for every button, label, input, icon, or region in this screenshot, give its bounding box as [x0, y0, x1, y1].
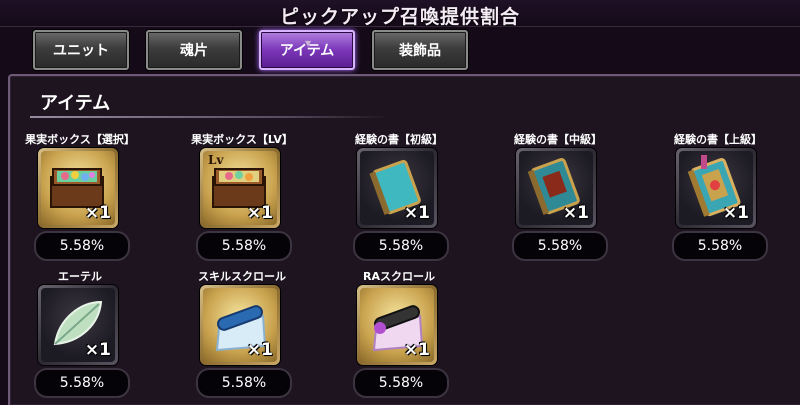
item-card[interactable]: 果実ボックス【LV】 Lv ×1 5.58% — [162, 131, 322, 261]
drop-rate: 5.58% — [353, 231, 449, 261]
item-quantity: ×1 — [403, 203, 430, 223]
item-card[interactable]: 経験の書【中級】 ×1 5.58% — [478, 131, 638, 261]
item-frame: ×1 — [357, 148, 437, 228]
tab-bar: ユニット 魂片 アイテム 装飾品 — [0, 30, 800, 72]
item-name: RAスクロール — [363, 270, 435, 283]
item-quantity: ×1 — [246, 203, 273, 223]
drop-rate: 5.58% — [512, 231, 608, 261]
item-card[interactable]: 経験の書【上級】 ×1 5.58% — [638, 131, 798, 261]
section-divider — [30, 116, 390, 118]
item-card[interactable]: 経験の書【初級】 ×1 5.58% — [319, 131, 479, 261]
page-title: ピックアップ召喚提供割合 — [279, 6, 520, 28]
item-frame: ×1 — [38, 148, 118, 228]
drop-rate: 5.58% — [353, 368, 449, 398]
item-frame: ×1 — [676, 148, 756, 228]
section-title: アイテム — [40, 93, 111, 114]
item-quantity: ×1 — [562, 203, 589, 223]
tab-unit[interactable]: ユニット — [33, 30, 129, 70]
level-badge: Lv — [208, 153, 224, 167]
active-tab-ornament-icon: ▾ — [304, 36, 312, 50]
item-frame: ×1 — [200, 285, 280, 365]
item-name: 経験の書【上級】 — [674, 133, 762, 146]
item-frame: ×1 — [38, 285, 118, 365]
drop-rate: 5.58% — [34, 231, 130, 261]
tab-soul-fragment[interactable]: 魂片 — [146, 30, 242, 70]
item-name: 果実ボックス【選択】 — [25, 133, 135, 146]
item-name: 経験の書【中級】 — [514, 133, 602, 146]
drop-rate: 5.58% — [196, 231, 292, 261]
item-quantity: ×1 — [722, 203, 749, 223]
item-quantity: ×1 — [84, 340, 111, 360]
item-card[interactable]: 果実ボックス【選択】 ×1 5.58% — [0, 131, 160, 261]
item-card[interactable]: スキルスクロール ×1 5.58% — [162, 268, 322, 398]
tab-accessory[interactable]: 装飾品 — [372, 30, 468, 70]
item-frame: Lv ×1 — [200, 148, 280, 228]
item-card[interactable]: RAスクロール ×1 5.58% — [319, 268, 479, 398]
item-frame: ×1 — [516, 148, 596, 228]
item-quantity: ×1 — [403, 340, 430, 360]
item-name: スキルスクロール — [198, 270, 286, 283]
item-card[interactable]: エーテル ×1 5.58% — [0, 268, 160, 398]
drop-rate: 5.58% — [34, 368, 130, 398]
item-name: エーテル — [58, 270, 102, 283]
item-name: 経験の書【初級】 — [355, 133, 443, 146]
item-quantity: ×1 — [246, 340, 273, 360]
item-frame: ×1 — [357, 285, 437, 365]
drop-rate: 5.58% — [672, 231, 768, 261]
drop-rate: 5.58% — [196, 368, 292, 398]
item-name: 果実ボックス【LV】 — [191, 133, 293, 146]
item-quantity: ×1 — [84, 203, 111, 223]
